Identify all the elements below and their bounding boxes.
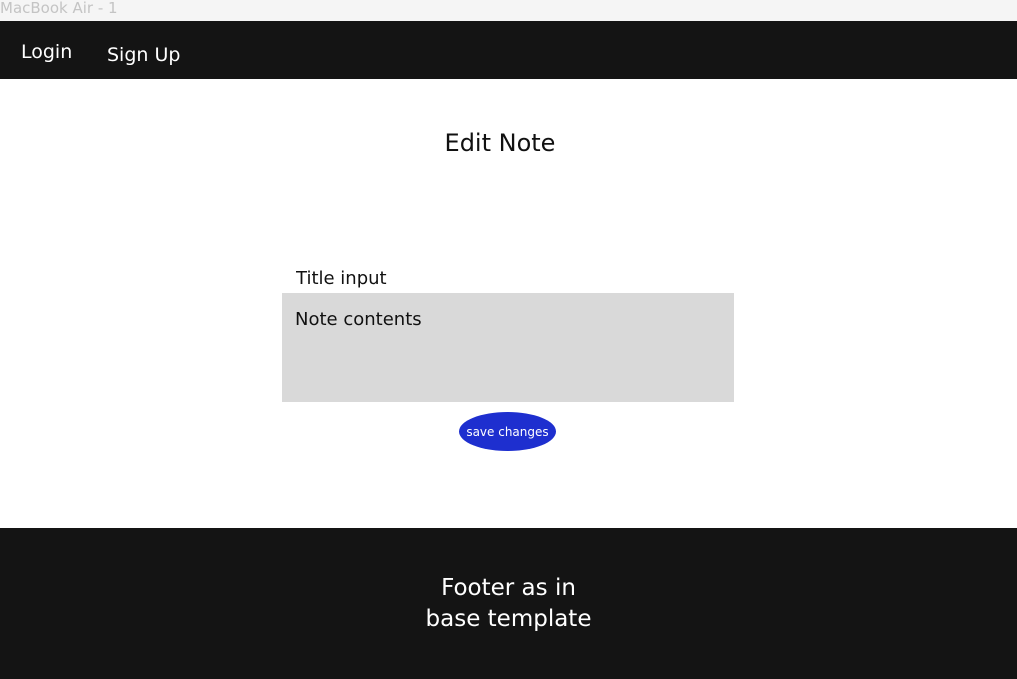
title-input[interactable] (282, 263, 734, 293)
top-navbar: Login Sign Up (0, 21, 1017, 79)
note-contents-textarea[interactable] (282, 293, 734, 402)
footer-line-1: Footer as in (441, 575, 576, 601)
frame-label: MacBook Air - 1 (0, 0, 118, 17)
footer: Footer as in base template (0, 528, 1017, 679)
signup-link[interactable]: Sign Up (107, 44, 180, 66)
save-changes-button[interactable]: save changes (459, 412, 556, 451)
login-link[interactable]: Login (21, 41, 72, 63)
app-frame: Login Sign Up Edit Note save changes Foo… (0, 21, 1017, 679)
page-title: Edit Note (444, 129, 556, 157)
footer-text: Footer as in base template (0, 573, 1017, 635)
footer-line-2: base template (425, 606, 592, 632)
